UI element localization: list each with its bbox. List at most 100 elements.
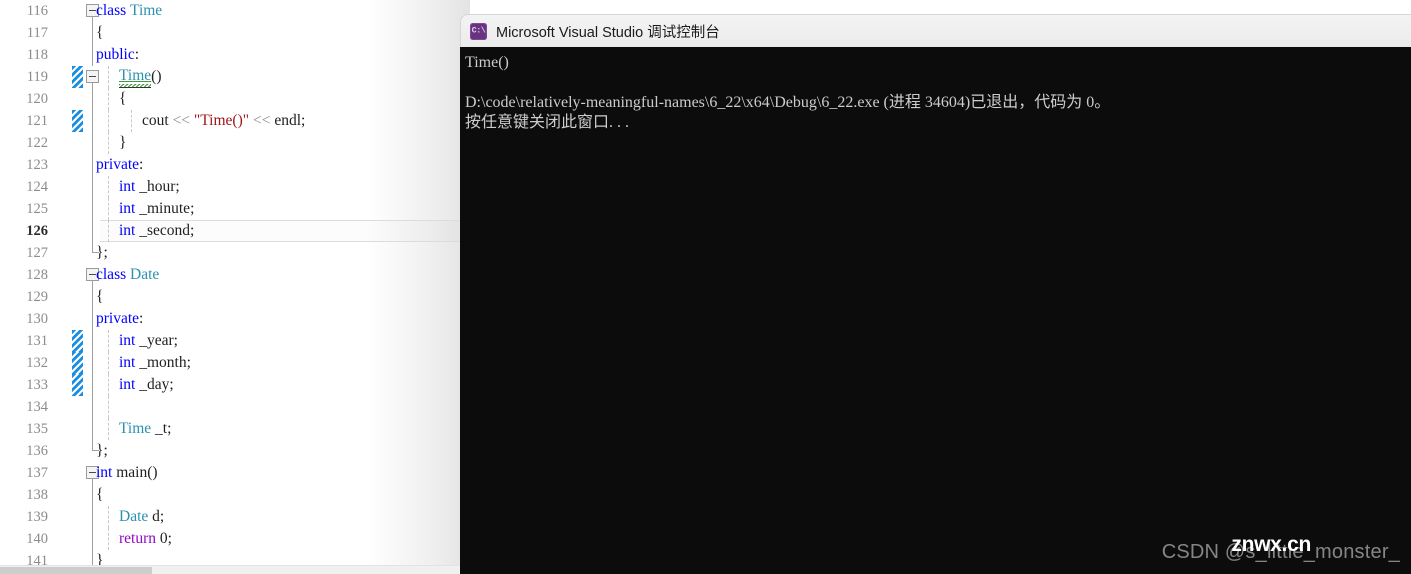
code-line-text: int _day; bbox=[119, 376, 174, 393]
code-line[interactable]: 129 { bbox=[0, 286, 470, 308]
code-line[interactable]: 116 class Time bbox=[0, 0, 470, 22]
code-line[interactable]: 126 int _second; bbox=[0, 220, 470, 242]
outlining-column[interactable] bbox=[84, 352, 102, 374]
code-line-text: int _year; bbox=[119, 332, 178, 349]
outlining-column[interactable] bbox=[84, 220, 102, 242]
code-line[interactable]: 137 int main() bbox=[0, 462, 470, 484]
code-line-text: private: bbox=[96, 156, 144, 173]
unsaved-change-marker bbox=[72, 110, 83, 132]
code-line-text: return 0; bbox=[119, 530, 172, 547]
line-number: 137 bbox=[26, 464, 48, 481]
outlining-column[interactable] bbox=[84, 528, 102, 550]
code-line[interactable]: 139 Date d; bbox=[0, 506, 470, 528]
debug-console-window[interactable]: C:\ Microsoft Visual Studio 调试控制台 Time()… bbox=[460, 14, 1411, 574]
code-line[interactable]: 138 { bbox=[0, 484, 470, 506]
editor-horizontal-scrollbar[interactable] bbox=[0, 565, 462, 574]
outline-vertical-line bbox=[92, 330, 93, 352]
line-number: 131 bbox=[26, 332, 48, 349]
code-line-text: Date d; bbox=[119, 508, 165, 525]
collapse-region-icon[interactable] bbox=[86, 70, 99, 83]
outlining-column[interactable] bbox=[84, 374, 102, 396]
cmd-prompt-icon: C:\ bbox=[470, 22, 487, 40]
code-line[interactable]: 122} bbox=[0, 132, 470, 154]
indent-guide bbox=[108, 506, 109, 528]
line-number: 134 bbox=[26, 398, 48, 415]
outline-vertical-line bbox=[92, 506, 93, 528]
code-editor-pane[interactable]: 116 class Time 117 {118 public: 119 Time() 120 {… bbox=[0, 0, 470, 574]
code-line-text: int main() bbox=[96, 464, 158, 481]
outlining-column[interactable] bbox=[84, 88, 102, 110]
code-line[interactable]: 123 private: bbox=[0, 154, 470, 176]
code-line[interactable]: 128 class Date bbox=[0, 264, 470, 286]
line-number: 139 bbox=[26, 508, 48, 525]
code-line-text: } bbox=[119, 134, 127, 151]
code-line-text: }; bbox=[96, 442, 108, 459]
outlining-column[interactable] bbox=[84, 396, 102, 418]
outlining-column[interactable] bbox=[84, 110, 102, 132]
code-line[interactable]: 124 int _hour; bbox=[0, 176, 470, 198]
code-line-text: class Time bbox=[96, 2, 163, 19]
outline-vertical-line bbox=[92, 286, 93, 308]
code-line[interactable]: 135 Time _t; bbox=[0, 418, 470, 440]
line-number: 124 bbox=[26, 178, 48, 195]
code-line[interactable]: 117 { bbox=[0, 22, 470, 44]
code-line[interactable]: 119 Time() bbox=[0, 66, 470, 88]
console-output-area[interactable]: Time() D:\code\relatively-meaningful-name… bbox=[460, 47, 1411, 574]
code-line-text: int _hour; bbox=[119, 178, 180, 195]
indent-guide bbox=[108, 198, 109, 220]
cmd-prompt-icon-label: C:\ bbox=[471, 25, 486, 36]
code-line-text: { bbox=[119, 90, 127, 107]
code-line-text: }; bbox=[96, 244, 108, 261]
line-number: 132 bbox=[26, 354, 48, 371]
line-number: 140 bbox=[26, 530, 48, 547]
outline-vertical-line bbox=[92, 154, 93, 176]
outline-vertical-line bbox=[92, 352, 93, 374]
outline-vertical-line bbox=[92, 132, 93, 154]
editor-horizontal-scrollbar-thumb[interactable] bbox=[0, 567, 152, 574]
code-line-text: private: bbox=[96, 310, 144, 327]
outlining-column[interactable] bbox=[84, 176, 102, 198]
code-lines-container[interactable]: 116 class Time 117 {118 public: 119 Time() 120 {… bbox=[0, 0, 470, 572]
code-line-text: class Date bbox=[96, 266, 160, 283]
outlining-column[interactable] bbox=[84, 132, 102, 154]
outlining-column[interactable] bbox=[84, 198, 102, 220]
console-title-bar[interactable]: C:\ Microsoft Visual Studio 调试控制台 bbox=[460, 14, 1411, 47]
code-line[interactable]: 136}; bbox=[0, 440, 470, 462]
console-output-line: D:\code\relatively-meaningful-names\6_22… bbox=[465, 94, 1111, 111]
indent-guide bbox=[108, 330, 109, 352]
line-number: 138 bbox=[26, 486, 48, 503]
code-line[interactable]: 125 int _minute; bbox=[0, 198, 470, 220]
code-line[interactable]: 140 return 0; bbox=[0, 528, 470, 550]
console-output-line: Time() bbox=[465, 54, 509, 71]
code-line-text: int _month; bbox=[119, 354, 191, 371]
line-number: 125 bbox=[26, 200, 48, 217]
outline-vertical-line bbox=[92, 198, 93, 220]
code-line[interactable]: 127}; bbox=[0, 242, 470, 264]
code-line[interactable]: 121 cout << "Time()" << endl; bbox=[0, 110, 470, 132]
code-line[interactable]: 131 int _year; bbox=[0, 330, 470, 352]
indent-guide bbox=[108, 110, 109, 132]
outline-vertical-line bbox=[92, 176, 93, 198]
code-line-text: { bbox=[96, 486, 104, 503]
line-number: 122 bbox=[26, 134, 48, 151]
outline-vertical-line bbox=[92, 308, 93, 330]
code-line[interactable]: 118 public: bbox=[0, 44, 470, 66]
code-line[interactable]: 130 private: bbox=[0, 308, 470, 330]
console-window-title: Microsoft Visual Studio 调试控制台 bbox=[496, 24, 720, 41]
indent-guide bbox=[108, 374, 109, 396]
code-line[interactable]: 120 { bbox=[0, 88, 470, 110]
outline-vertical-line bbox=[92, 44, 93, 66]
code-line-text: cout << "Time()" << endl; bbox=[142, 112, 306, 129]
line-number: 126 bbox=[26, 222, 48, 239]
code-line[interactable]: 134 bbox=[0, 396, 470, 418]
line-number: 116 bbox=[26, 2, 48, 19]
outlining-column[interactable] bbox=[84, 418, 102, 440]
outlining-column[interactable] bbox=[84, 330, 102, 352]
indent-guide bbox=[108, 132, 109, 154]
outlining-column[interactable] bbox=[84, 66, 102, 88]
code-line[interactable]: 133 int _day; bbox=[0, 374, 470, 396]
code-line-text: public: bbox=[96, 46, 140, 63]
indent-guide bbox=[108, 418, 109, 440]
outlining-column[interactable] bbox=[84, 506, 102, 528]
code-line[interactable]: 132 int _month; bbox=[0, 352, 470, 374]
